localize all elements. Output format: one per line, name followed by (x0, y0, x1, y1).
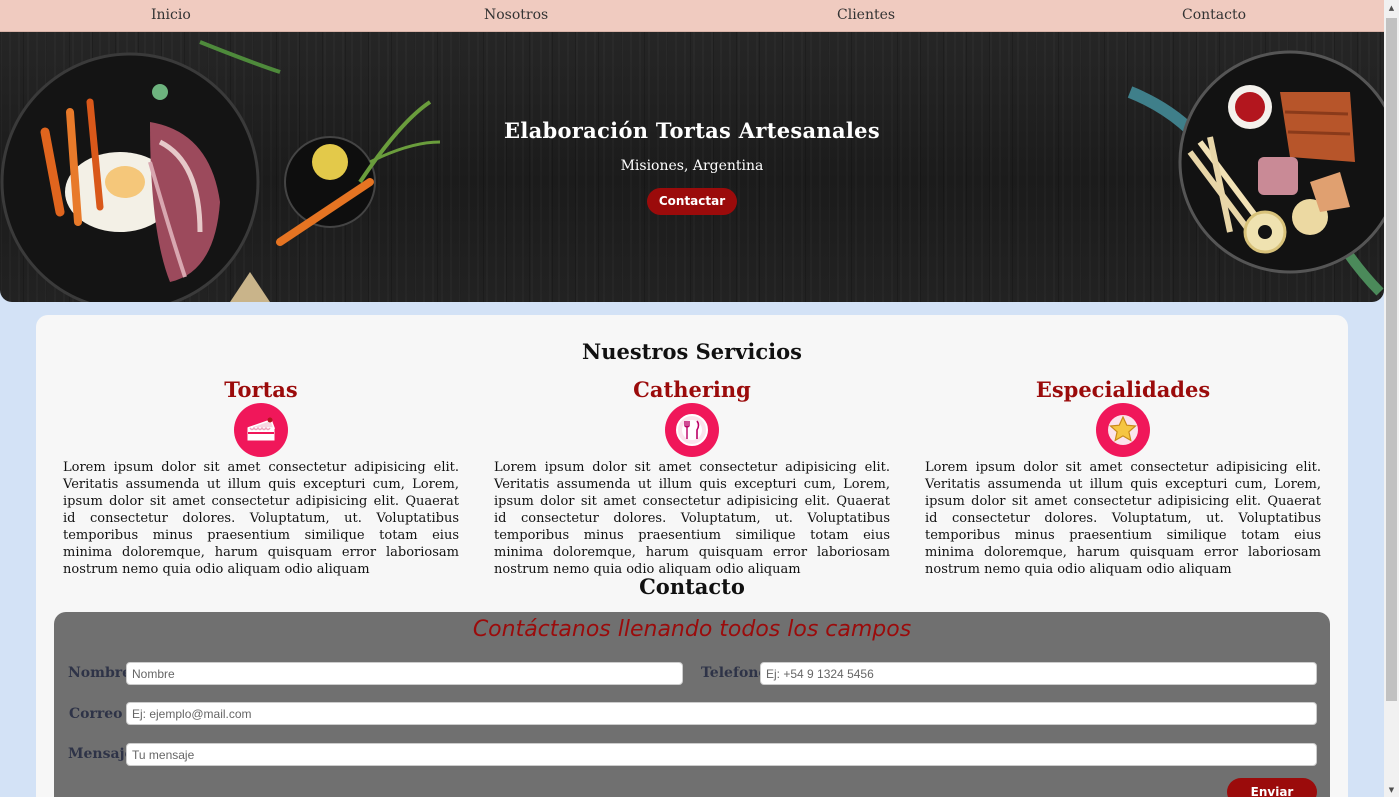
plate-cutlery-icon (665, 403, 719, 457)
service-description: Lorem ipsum dolor sit amet consectetur a… (925, 460, 1321, 577)
nav-link-nosotros[interactable]: Nosotros (484, 7, 548, 23)
service-title: Especialidades (1035, 377, 1211, 402)
service-title: Cathering (633, 377, 751, 402)
service-card-tortas: Tortas Lorem ipsum dolor sit amet consec… (63, 377, 459, 578)
services-title: Nuestros Servicios (582, 339, 802, 364)
vertical-scrollbar[interactable]: ▲ ▼ (1384, 0, 1399, 797)
scroll-up-arrow-icon[interactable]: ▲ (1384, 0, 1399, 15)
email-label: Correo (69, 706, 123, 722)
service-card-cathering: Cathering Lorem ipsum dolor sit amet con… (494, 377, 890, 578)
contact-form: Contáctanos llenando todos los campos No… (54, 612, 1330, 797)
top-navbar: Inicio Nosotros Clientes Contacto (0, 0, 1384, 32)
nav-link-inicio[interactable]: Inicio (151, 7, 191, 23)
phone-input[interactable] (760, 662, 1317, 685)
phone-label: Telefono (701, 665, 768, 681)
scrollbar-thumb[interactable] (1386, 18, 1397, 701)
contact-title: Contacto (639, 574, 745, 599)
cake-icon (234, 403, 288, 457)
email-input[interactable] (126, 702, 1317, 725)
main-content-card: Nuestros Servicios Tortas Lorem ipsum do… (36, 315, 1348, 797)
scroll-down-arrow-icon[interactable]: ▼ (1384, 782, 1399, 797)
hero-title: Elaboración Tortas Artesanales (504, 118, 880, 143)
name-label: Nombre (68, 665, 132, 681)
hero-banner: Elaboración Tortas Artesanales Misiones,… (0, 32, 1384, 302)
hero-subtitle: Misiones, Argentina (620, 158, 764, 174)
service-description: Lorem ipsum dolor sit amet consectetur a… (63, 460, 459, 577)
nav-link-contacto[interactable]: Contacto (1182, 7, 1246, 23)
service-title: Tortas (224, 377, 298, 402)
star-icon (1096, 403, 1150, 457)
service-card-especialidades: Especialidades Lorem ipsum dolor sit ame… (925, 377, 1321, 578)
form-title: Contáctanos llenando todos los campos (472, 617, 912, 642)
nav-link-clientes[interactable]: Clientes (837, 7, 895, 23)
contact-button[interactable]: Contactar (647, 188, 737, 215)
send-button[interactable]: Enviar (1227, 778, 1317, 797)
message-input[interactable] (126, 743, 1317, 766)
service-description: Lorem ipsum dolor sit amet consectetur a… (494, 460, 890, 577)
message-label: Mensaje (68, 746, 134, 762)
name-input[interactable] (126, 662, 683, 685)
